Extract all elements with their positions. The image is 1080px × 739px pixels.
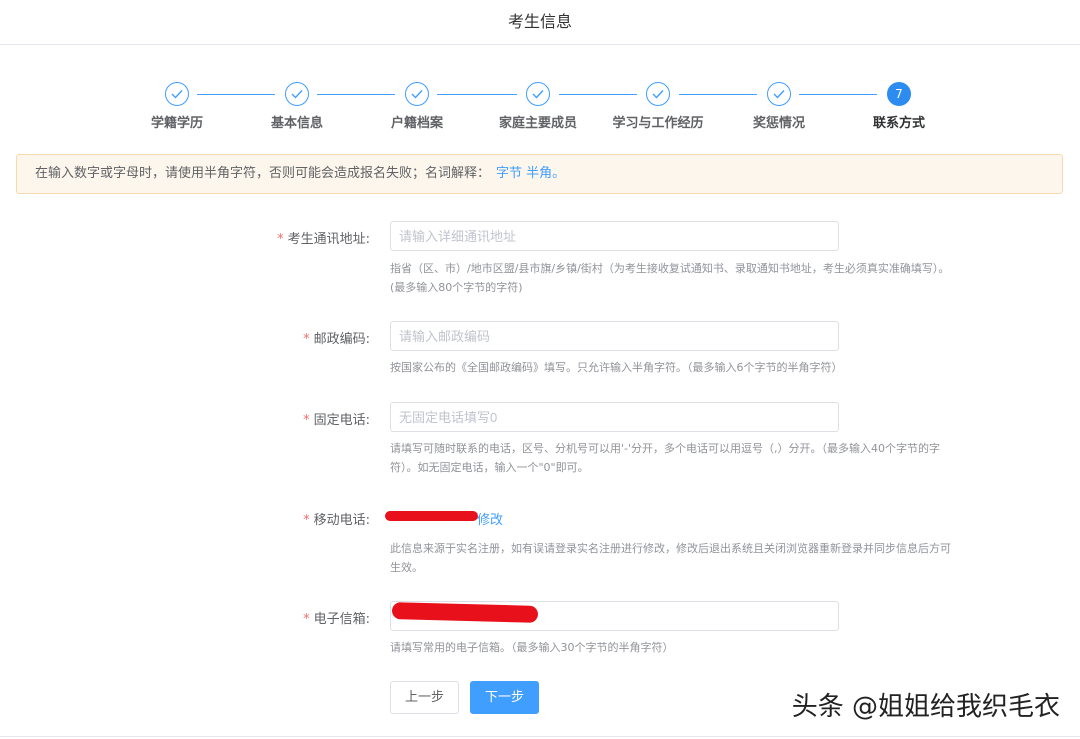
mobile-label: * 移动电话: xyxy=(303,513,370,528)
prev-step-button[interactable]: 上一步 xyxy=(390,681,459,714)
modify-mobile-link[interactable]: 修改 xyxy=(477,509,503,528)
watermark: 头条 @姐姐给我织毛衣 xyxy=(791,692,1060,722)
step-label: 家庭主要成员 xyxy=(498,116,577,131)
step-xueji[interactable]: 学籍学历 xyxy=(117,82,237,131)
progress-steps: 学籍学历 基本信息 户籍档案 家庭主要成员 学习与工作经历 奖惩情况 7 联系方… xyxy=(0,82,1080,142)
step-family[interactable]: 家庭主要成员 xyxy=(478,82,598,131)
check-icon xyxy=(767,82,791,106)
redacted-phone-number xyxy=(385,511,478,521)
required-mark: * xyxy=(303,413,310,428)
address-input[interactable] xyxy=(390,221,839,251)
step-contact[interactable]: 7 联系方式 xyxy=(839,82,959,131)
landline-input[interactable] xyxy=(390,402,839,432)
step-basic-info[interactable]: 基本信息 xyxy=(237,82,357,131)
step-label: 户籍档案 xyxy=(390,116,443,131)
step-label: 奖惩情况 xyxy=(752,116,805,131)
required-mark: * xyxy=(277,232,284,247)
step-rewards[interactable]: 奖惩情况 xyxy=(719,82,839,131)
notice-text: 在输入数字或字母时，请使用半角字符，否则可能会造成报名失败；名词解释： xyxy=(35,166,491,181)
divider xyxy=(0,736,1080,737)
notice-link[interactable]: 字节 半角。 xyxy=(496,166,565,181)
page-title: 考生信息 xyxy=(507,12,572,31)
check-icon xyxy=(526,82,550,106)
check-icon xyxy=(285,82,309,106)
postcode-input[interactable] xyxy=(390,321,839,351)
check-icon xyxy=(405,82,429,106)
step-study-work[interactable]: 学习与工作经历 xyxy=(598,82,718,131)
step-label: 学习与工作经历 xyxy=(612,116,704,131)
step-label: 学籍学历 xyxy=(150,116,203,131)
landline-hint: 请填写可随时联系的电话，区号、分机号可以用'-'分开，多个电话可以用逗号（,）分… xyxy=(390,442,941,474)
required-mark: * xyxy=(303,332,310,347)
check-icon xyxy=(165,82,189,106)
step-label: 基本信息 xyxy=(270,116,323,131)
next-step-button[interactable]: 下一步 xyxy=(470,681,539,714)
address-label: * 考生通讯地址: xyxy=(277,232,370,247)
email-hint: 请填写常用的电子信箱。（最多输入30个字节的半角字符） xyxy=(390,641,674,654)
step-label: 联系方式 xyxy=(872,116,925,131)
halfwidth-notice: 在输入数字或字母时，请使用半角字符，否则可能会造成报名失败；名词解释： 字节 半角… xyxy=(16,154,1063,194)
step-number: 7 xyxy=(887,82,911,106)
email-label: * 电子信箱: xyxy=(303,612,370,627)
step-huji[interactable]: 户籍档案 xyxy=(357,82,477,131)
required-mark: * xyxy=(303,612,310,627)
page-header: 考生信息 xyxy=(0,0,1080,45)
address-hint: 指省（区、市）/地市区盟/县市旗/乡镇/街村（为考生接收复试通知书、录取通知书地… xyxy=(390,262,950,294)
postcode-label: * 邮政编码: xyxy=(303,332,370,347)
required-mark: * xyxy=(303,513,310,528)
postcode-hint: 按国家公布的《全国邮政编码》填写。只允许输入半角字符。（最多输入6个字节的半角字… xyxy=(390,361,843,374)
mobile-hint: 此信息来源于实名注册，如有误请登录实名注册进行修改，修改后退出系统且关闭浏览器重… xyxy=(390,542,951,574)
landline-label: * 固定电话: xyxy=(303,413,370,428)
check-icon xyxy=(646,82,670,106)
